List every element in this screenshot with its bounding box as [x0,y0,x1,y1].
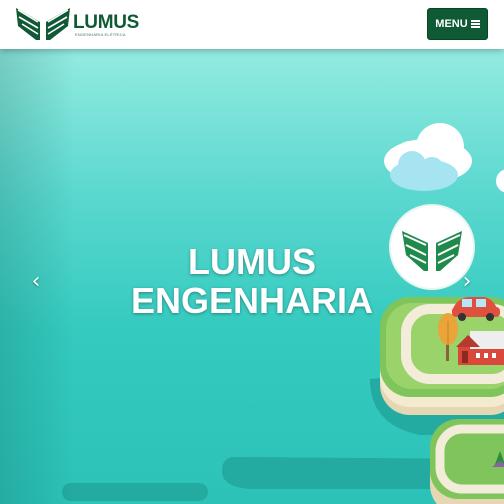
wings-emblem-icon [16,8,70,40]
menu-button-label: MENU [435,18,468,30]
logo-tagline: ENGENHARIA ELÉTRICA [75,32,126,37]
site-header: LUMUS ENGENHARIA ELÉTRICA MENU [0,0,504,49]
menu-button[interactable]: MENU [427,8,488,40]
site-logo[interactable]: LUMUS ENGENHARIA ELÉTRICA [14,4,139,42]
hero-carousel: LUMUS ENGENHARIA ‹ › [0,49,504,504]
carousel-prev-button[interactable]: ‹ [24,267,48,295]
carousel-next-button[interactable]: › [455,267,479,295]
slide-title-line-1: LUMUS [188,241,316,282]
grass-island-lower [430,419,504,504]
logo-name: LUMUS [73,12,140,33]
slide-title: LUMUS ENGENHARIA [102,242,402,320]
cloud-icon [496,169,504,193]
slide-title-line-2: ENGENHARIA [130,280,373,321]
cloud-icon [384,123,472,191]
chevron-right-icon: › [462,268,472,294]
hamburger-icon [470,20,480,28]
chevron-left-icon: ‹ [31,268,41,294]
